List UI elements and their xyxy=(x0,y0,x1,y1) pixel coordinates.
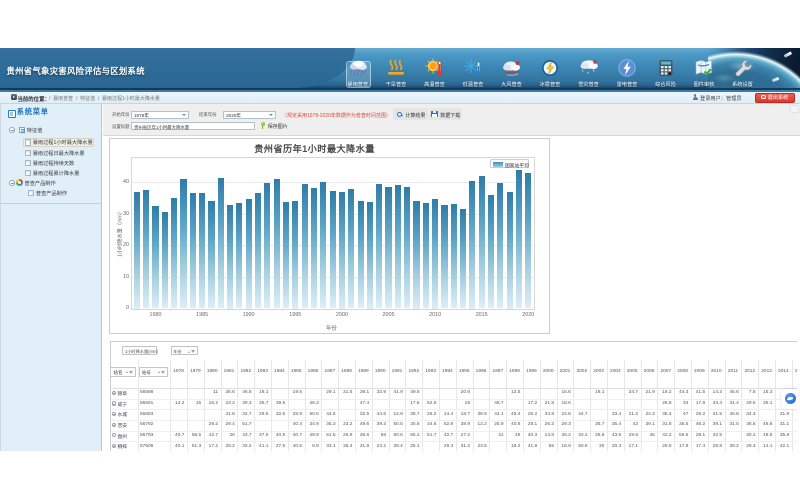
svg-text:*: * xyxy=(581,70,584,76)
svg-text:*: * xyxy=(592,70,595,76)
svg-text:*: * xyxy=(587,72,590,78)
